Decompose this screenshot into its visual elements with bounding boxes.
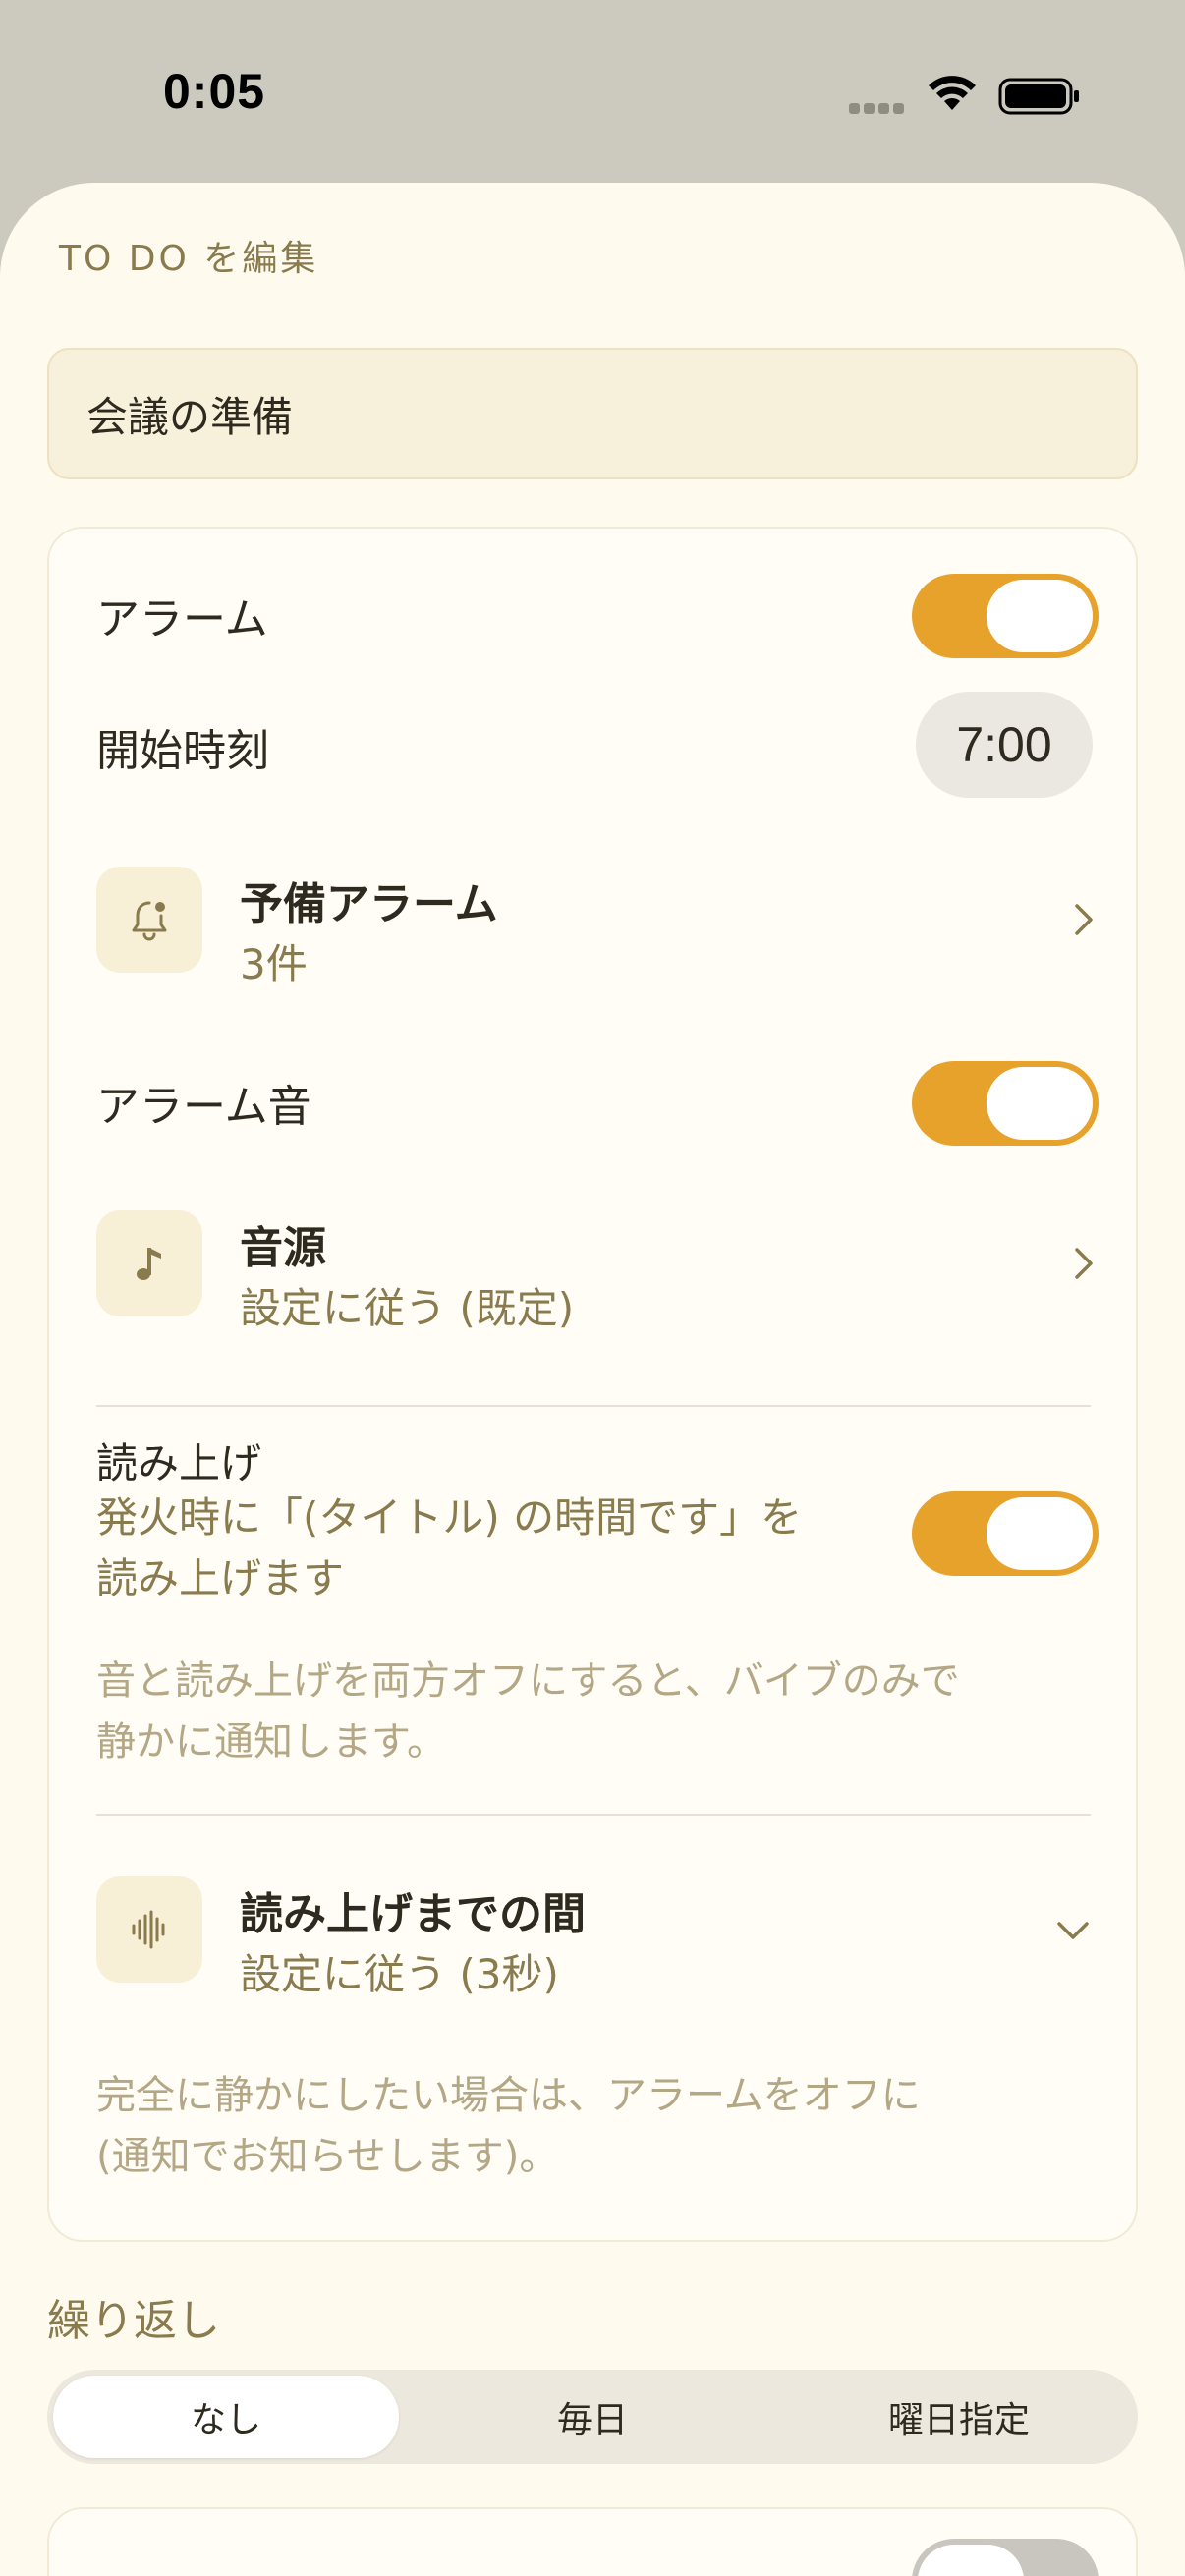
next-settings-card — [47, 2507, 1138, 2576]
readout-delay-icon-box — [96, 1876, 202, 1983]
sound-source-title: 音源 — [240, 1223, 326, 1273]
music-note-icon — [137, 1248, 161, 1280]
alarm-label: アラーム — [96, 594, 268, 644]
alarm-toggle[interactable] — [912, 574, 1099, 658]
edit-todo-sheet: TO DO を編集 会議の準備 アラーム 開始時刻 7:00 予備アラーム 3件 — [0, 183, 1185, 2576]
divider — [96, 1814, 1091, 1816]
sound-source-icon-box — [96, 1210, 202, 1316]
silent-hint-line2: (通知でお知らせします)。 — [96, 2134, 559, 2179]
next-toggle[interactable] — [912, 2539, 1099, 2576]
backup-alarm-icon-box — [96, 867, 202, 973]
readout-toggle[interactable] — [912, 1491, 1099, 1576]
silent-hint-line1: 完全に静かにしたい場合は、アラームをオフに — [96, 2073, 921, 2118]
status-bar: 0:05 — [0, 0, 1185, 183]
bell-badge-icon — [132, 901, 167, 941]
sound-source-value: 設定に従う (既定) — [240, 1284, 575, 1332]
toggle-knob — [987, 1497, 1093, 1570]
toggle-knob — [918, 2545, 1024, 2576]
chevron-right-icon — [1075, 1248, 1093, 1279]
readout-title: 読み上げ — [96, 1439, 262, 1487]
repeat-option-none[interactable]: なし — [53, 2376, 399, 2458]
backup-alarm-title: 予備アラーム — [240, 879, 498, 929]
repeat-option-daily[interactable]: 毎日 — [420, 2376, 765, 2458]
sheet-title: TO DO を編集 — [59, 239, 319, 279]
waveform-icon — [132, 1910, 165, 1949]
repeat-segmented-control: なし 毎日 曜日指定 — [47, 2370, 1138, 2464]
alarm-settings-card: アラーム 開始時刻 7:00 予備アラーム 3件 アラーム音 音源 設定に従う … — [47, 527, 1138, 2242]
toggle-knob — [987, 580, 1093, 652]
readout-delay-value: 設定に従う (3秒) — [240, 1950, 559, 1998]
toggle-knob — [987, 1067, 1093, 1140]
start-time-picker[interactable]: 7:00 — [916, 692, 1093, 798]
divider — [96, 1405, 1091, 1407]
wifi-icon — [929, 76, 976, 110]
backup-alarm-count: 3件 — [240, 940, 308, 988]
signal-dots-icon — [849, 103, 906, 115]
todo-title-input[interactable]: 会議の準備 — [47, 348, 1138, 479]
readout-delay-title: 読み上げまでの間 — [240, 1889, 586, 1939]
vibe-hint-line1: 音と読み上げを両方オフにすると、バイブのみで — [96, 1658, 960, 1704]
todo-title-value: 会議の準備 — [86, 392, 294, 441]
alarm-sound-label: アラーム音 — [96, 1082, 311, 1132]
readout-description-line1: 発火時に「(タイトル) の時間です」を — [96, 1493, 803, 1541]
status-time: 0:05 — [163, 64, 266, 119]
battery-icon — [998, 78, 1079, 115]
alarm-sound-toggle[interactable] — [912, 1061, 1099, 1146]
start-time-label: 開始時刻 — [96, 726, 269, 776]
chevron-down-icon — [1057, 1922, 1089, 1939]
repeat-section-label: 繰り返し — [47, 2296, 220, 2346]
vibe-hint-line2: 静かに通知します。 — [96, 1719, 446, 1764]
repeat-option-weekdays[interactable]: 曜日指定 — [786, 2376, 1132, 2458]
readout-description-line2: 読み上げます — [96, 1554, 345, 1602]
chevron-right-icon — [1075, 904, 1093, 935]
